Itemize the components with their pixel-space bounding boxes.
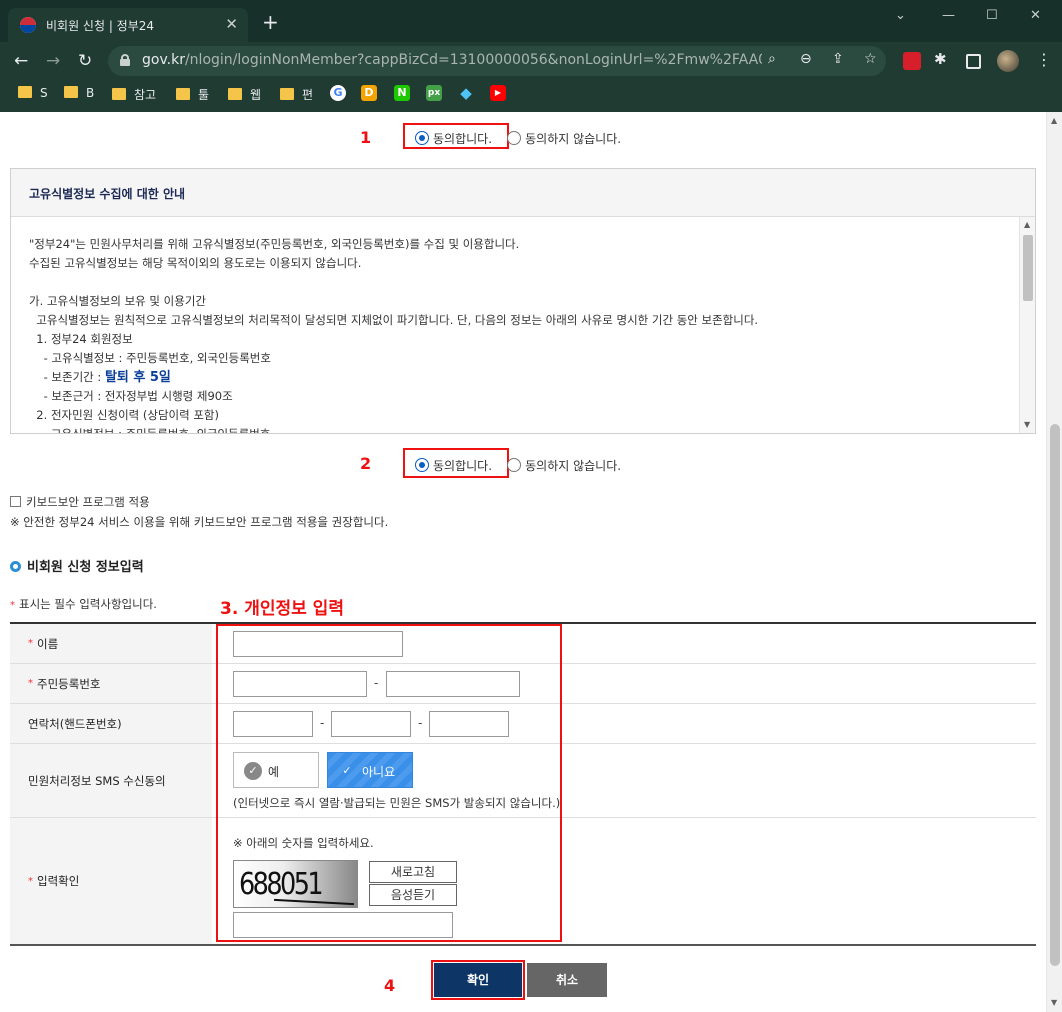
bookmark-folder[interactable]: 참고 xyxy=(112,86,156,104)
bookmark-folder[interactable]: 웹 xyxy=(228,86,261,104)
address-bar[interactable]: gov.kr/nlogin/loginNonMember?cappBizCd=1… xyxy=(108,46,886,76)
notice-line: 2. 전자민원 신청이력 (상담이력 포함) xyxy=(29,408,219,422)
consent1-agree[interactable]: 동의합니다. xyxy=(415,128,492,147)
browser-chrome: 비회원 신청 | 정부24 ✕ + ⌄ — ☐ ✕ ← → ↻ gov.kr/n… xyxy=(0,0,1062,112)
page-scroll-thumb[interactable] xyxy=(1050,424,1060,966)
notice-scroll-thumb[interactable] xyxy=(1023,235,1033,301)
browser-tab[interactable]: 비회원 신청 | 정부24 ✕ xyxy=(8,8,248,42)
scroll-down-icon[interactable]: ▼ xyxy=(1024,420,1030,429)
daum-icon[interactable]: D xyxy=(361,85,377,101)
puzzle-extensions-icon[interactable]: ✱ xyxy=(934,50,952,68)
unique-id-notice-box: 고유식별정보 수집에 대한 안내 "정부24"는 민원사무처리를 위해 고유식별… xyxy=(10,168,1036,434)
radio-checked-icon[interactable] xyxy=(415,458,429,472)
close-tab-icon[interactable]: ✕ xyxy=(225,15,238,33)
notice-line: 1. 정부24 회원정보 xyxy=(29,332,133,346)
share-icon[interactable]: ⇪ xyxy=(832,51,844,67)
radio-checked-icon[interactable] xyxy=(415,131,429,145)
chevron-down-icon[interactable]: ⌄ xyxy=(895,8,906,23)
notice-line: 가. 고유식별정보의 보유 및 이용기간 xyxy=(29,294,206,308)
notice-line-retention: - 보존기간 : 탈퇴 후 5일 xyxy=(29,370,171,385)
star-icon[interactable]: ☆ xyxy=(864,51,877,67)
scroll-up-icon[interactable]: ▲ xyxy=(1024,220,1030,229)
new-tab-button[interactable]: + xyxy=(262,12,279,32)
close-window-icon[interactable]: ✕ xyxy=(1030,8,1041,23)
step-marker-3: 3. 개인정보 입력 xyxy=(220,599,344,619)
scroll-up-icon[interactable]: ▲ xyxy=(1051,116,1057,125)
kebab-menu-icon[interactable]: ⋮ xyxy=(1036,50,1054,69)
reload-icon[interactable]: ↻ xyxy=(78,51,92,71)
folder-icon xyxy=(112,88,126,100)
folder-icon xyxy=(176,88,190,100)
back-arrow-icon[interactable]: ← xyxy=(14,51,28,71)
bookmarks-bar: S B 참고 툴 웹 편 xyxy=(0,80,1062,110)
keyboard-security-note: ※ 안전한 정부24 서비스 이용을 위해 키보드보안 프로그램 적용을 권장합… xyxy=(10,515,389,529)
notice-body[interactable]: "정부24"는 민원사무처리를 위해 고유식별정보(주민등록번호, 외국인등록번… xyxy=(11,217,1019,433)
tab-title: 비회원 신청 | 정부24 xyxy=(46,19,155,33)
name-label: * 이름 xyxy=(10,624,212,663)
step-marker-4: 4 xyxy=(384,976,396,995)
forward-arrow-icon[interactable]: → xyxy=(46,51,60,71)
phone-label: 연락처(핸드폰번호) xyxy=(10,704,212,743)
radio-unchecked-icon[interactable] xyxy=(507,131,522,145)
notice-line: 고유식별정보 : 주민등록번호, 외국인등록번호 xyxy=(29,425,1019,433)
step-marker-1: 1 xyxy=(360,128,372,147)
page-content: 1 동의합니다. 동의하지 않습니다. 고유식별정보 수집에 대한 안내 "정부… xyxy=(0,112,1046,1012)
lock-icon xyxy=(120,54,130,66)
profile-avatar[interactable] xyxy=(997,50,1019,72)
scroll-down-icon[interactable]: ▼ xyxy=(1051,998,1057,1007)
checkbox[interactable] xyxy=(10,496,21,507)
side-panel-icon[interactable] xyxy=(966,54,981,69)
retention-period: 탈퇴 후 5일 xyxy=(104,370,171,385)
px-icon[interactable]: px xyxy=(426,85,442,101)
google-icon[interactable]: G xyxy=(330,85,346,101)
verify-label: * 입력확인 xyxy=(10,818,212,944)
notice-line: 고유식별정보는 원칙적으로 고유식별정보의 처리목적이 달성되면 지체없이 파기… xyxy=(29,313,759,327)
circle-bullet-icon xyxy=(10,561,21,572)
consent2-disagree[interactable]: 동의하지 않습니다. xyxy=(507,455,621,474)
bookmark-folder[interactable]: 툴 xyxy=(176,86,209,104)
step-marker-2: 2 xyxy=(360,454,372,473)
step-highlight-3 xyxy=(216,624,562,942)
folder-icon xyxy=(280,88,294,100)
minimize-icon[interactable]: — xyxy=(942,8,955,23)
notice-line: - 고유식별정보 : 주민등록번호, 외국인등록번호 xyxy=(29,351,271,365)
bookmark-folder[interactable]: 편 xyxy=(280,86,313,104)
rrn-label: * 주민등록번호 xyxy=(10,664,212,703)
radio-unchecked-icon[interactable] xyxy=(507,458,522,472)
folder-icon xyxy=(18,86,32,98)
taegeuk-favicon-icon xyxy=(20,17,36,33)
zoom-out-icon[interactable]: ⊖ xyxy=(800,51,812,67)
sms-consent-label: 민원처리정보 SMS 수신동의 xyxy=(10,744,212,817)
extension-red-icon[interactable] xyxy=(903,52,921,70)
folder-icon xyxy=(64,86,78,98)
consent2-group: 동의합니다. 동의하지 않습니다. xyxy=(415,455,621,474)
bookmark-folder[interactable]: S xyxy=(18,86,48,104)
required-note: * 표시는 필수 입력사항입니다. xyxy=(10,597,157,611)
consent1-group: 동의합니다. 동의하지 않습니다. xyxy=(415,128,621,147)
naver-icon[interactable]: N xyxy=(394,85,410,101)
notice-line xyxy=(29,273,1019,292)
folder-icon xyxy=(228,88,242,100)
consent2-agree[interactable]: 동의합니다. xyxy=(415,455,492,474)
notice-title: 고유식별정보 수집에 대한 안내 xyxy=(11,169,1035,217)
cancel-button[interactable]: 취소 xyxy=(527,963,607,997)
page-scrollbar[interactable]: ▲ ▼ xyxy=(1046,112,1062,1012)
notice-scrollbar[interactable]: ▲ ▼ xyxy=(1019,217,1035,433)
confirm-button[interactable]: 확인 xyxy=(434,963,522,997)
diamond-icon[interactable]: ◆ xyxy=(458,85,474,101)
keyboard-security-option[interactable]: 키보드보안 프로그램 적용 xyxy=(10,494,150,510)
search-icon[interactable]: ⌕ xyxy=(768,51,776,67)
youtube-icon[interactable]: ▶ xyxy=(490,85,506,101)
bookmark-folder[interactable]: B xyxy=(64,86,94,104)
notice-line: "정부24"는 민원사무처리를 위해 고유식별정보(주민등록번호, 외국인등록번… xyxy=(29,237,520,251)
url-text[interactable]: gov.kr/nlogin/loginNonMember?cappBizCd=1… xyxy=(142,52,762,68)
section-title: 비회원 신청 정보입력 xyxy=(10,556,144,575)
notice-line: 수집된 고유식별정보는 해당 목적이외의 용도로는 이용되지 않습니다. xyxy=(29,256,362,270)
notice-line: - 보존근거 : 전자정부법 시행령 제90조 xyxy=(29,389,233,403)
tab-strip: 비회원 신청 | 정부24 ✕ + ⌄ — ☐ ✕ xyxy=(0,0,1062,42)
maximize-icon[interactable]: ☐ xyxy=(986,8,998,23)
consent1-disagree[interactable]: 동의하지 않습니다. xyxy=(507,128,621,147)
